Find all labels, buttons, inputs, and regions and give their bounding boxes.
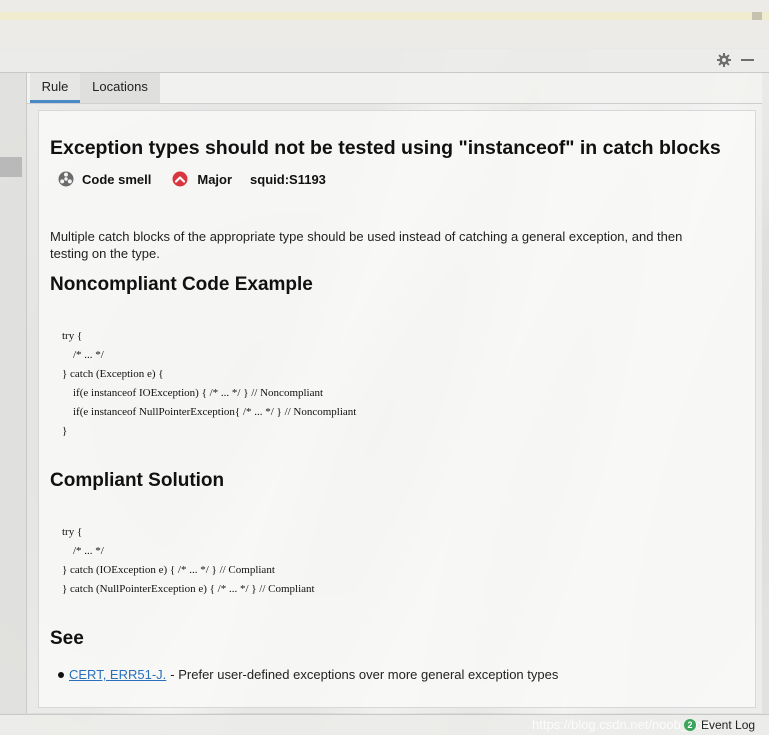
tab-rule[interactable]: Rule	[30, 73, 80, 103]
bullet-icon	[58, 671, 64, 678]
tool-window-header	[0, 48, 769, 73]
code-smell-icon	[58, 171, 74, 187]
event-log-button[interactable]: 2 Event Log	[684, 718, 755, 732]
gear-icon[interactable]	[716, 52, 732, 68]
tab-bar: Rule Locations	[27, 73, 762, 104]
see-heading: See	[50, 628, 84, 649]
tab-locations[interactable]: Locations	[80, 73, 160, 103]
rule-type-label: Code smell	[82, 171, 152, 187]
editor-top-strip	[0, 0, 769, 49]
severity-label: Major	[197, 171, 233, 187]
noncompliant-code: try { /* ... */ } catch (Exception e) { …	[62, 330, 357, 437]
rule-description-pane[interactable]: Exception types should not be tested usi…	[38, 110, 756, 708]
noncompliant-heading: Noncompliant Code Example	[50, 274, 313, 295]
rule-key: squid:S1193	[250, 171, 326, 187]
major-severity-icon	[172, 171, 188, 187]
minimize-icon[interactable]	[741, 59, 754, 61]
gutter-marker	[0, 157, 22, 177]
rule-meta: Code smell Major squid:S1193	[58, 169, 326, 189]
highlight-stripe	[0, 12, 769, 20]
scroll-handle[interactable]	[752, 12, 762, 20]
compliant-heading: Compliant Solution	[50, 470, 225, 491]
rule-description: Multiple catch blocks of the appropriate…	[50, 229, 683, 261]
see-list-item: CERT, ERR51-J. - Prefer user-defined exc…	[58, 667, 558, 682]
compliant-code: try { /* ... */ } catch (IOException e) …	[62, 526, 315, 595]
status-bar: https://blog.csdn.net/noob_node 2 Event …	[0, 714, 769, 735]
cert-link[interactable]: CERT, ERR51-J.	[69, 667, 166, 682]
event-log-label: Event Log	[701, 718, 756, 732]
rule-panel: Exception types should not be tested usi…	[27, 104, 762, 713]
see-item-text: - Prefer user-defined exceptions over mo…	[170, 667, 559, 682]
rule-title: Exception types should not be tested usi…	[50, 137, 721, 159]
left-gutter	[0, 73, 27, 713]
event-count-badge: 2	[684, 719, 696, 731]
